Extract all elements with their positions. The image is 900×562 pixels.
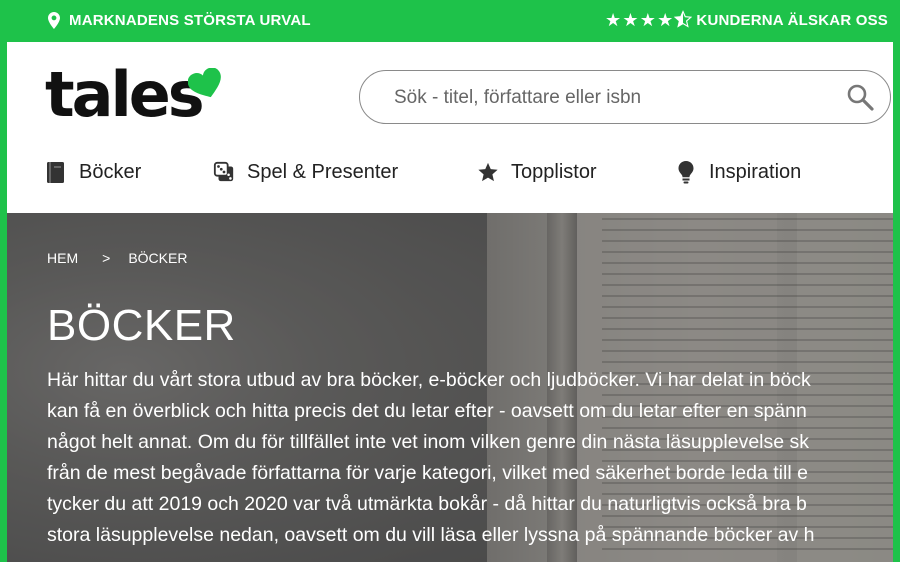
description-line: Här hittar du vårt stora utbud av bra bö… [47, 369, 811, 391]
breadcrumb: HEM > BÖCKER [47, 250, 187, 266]
site-logo[interactable]: tales [45, 64, 225, 130]
half-star-icon [674, 10, 693, 28]
breadcrumb-home[interactable]: HEM [47, 250, 78, 266]
search-icon[interactable] [846, 83, 874, 111]
rating-stars: ★ ★ ★ ★ [605, 10, 693, 30]
nav-label: Topplistor [511, 160, 597, 183]
description-line: något helt annat. Om du för tillfället i… [47, 431, 810, 453]
usp-left-text: MARKNADENS STÖRSTA URVAL [69, 12, 311, 29]
site-header: tales Böcker Spel & Pr [7, 42, 893, 213]
search-input[interactable] [394, 83, 834, 113]
usp-right: ★ ★ ★ ★ KUNDERNA ÄLSKAR OSS [605, 10, 888, 30]
nav-item-inspiration[interactable]: Inspiration [675, 160, 801, 184]
description-line: tycker du att 2019 och 2020 var två utmä… [47, 493, 807, 515]
breadcrumb-separator: > [102, 250, 111, 266]
search-box[interactable] [359, 70, 891, 124]
dice-icon [213, 161, 234, 182]
book-icon [47, 162, 64, 183]
hero-banner: HEM > BÖCKER BÖCKER Här hittar du vårt s… [7, 213, 893, 562]
nav-item-books[interactable]: Böcker [45, 160, 141, 184]
top-bar: MARKNADENS STÖRSTA URVAL ★ ★ ★ ★ KUNDERN… [0, 0, 900, 42]
star-icon [478, 162, 498, 182]
breadcrumb-current: BÖCKER [128, 250, 188, 266]
star-icon: ★ [639, 10, 657, 30]
nav-item-games-gifts[interactable]: Spel & Presenter [213, 160, 398, 184]
usp-left: MARKNADENS STÖRSTA URVAL [48, 12, 311, 29]
star-icon: ★ [622, 10, 639, 30]
logo-text: tales [45, 58, 205, 131]
nav-label: Spel & Presenter [247, 160, 399, 183]
nav-item-toplists[interactable]: Topplistor [477, 160, 597, 184]
location-pin-icon [48, 12, 60, 29]
page-title: BÖCKER [47, 301, 236, 350]
star-icon: ★ [657, 10, 674, 30]
description-line: stora läsupplevelse nedan, oavsett om du… [47, 524, 815, 546]
star-icon: ★ [605, 10, 622, 30]
page-description: Här hittar du vårt stora utbud av bra bö… [47, 365, 893, 551]
description-line: kan få en överblick och hitta precis det… [47, 400, 807, 422]
lightbulb-icon [678, 161, 694, 184]
nav-label: Böcker [79, 160, 142, 183]
description-line: från de mest begåvade författarna för va… [47, 462, 808, 484]
main-nav: Böcker Spel & Presenter Topplistor Inspi… [7, 160, 893, 194]
nav-label: Inspiration [709, 160, 802, 183]
heart-icon [188, 68, 221, 98]
usp-right-text: KUNDERNA ÄLSKAR OSS [696, 11, 888, 29]
